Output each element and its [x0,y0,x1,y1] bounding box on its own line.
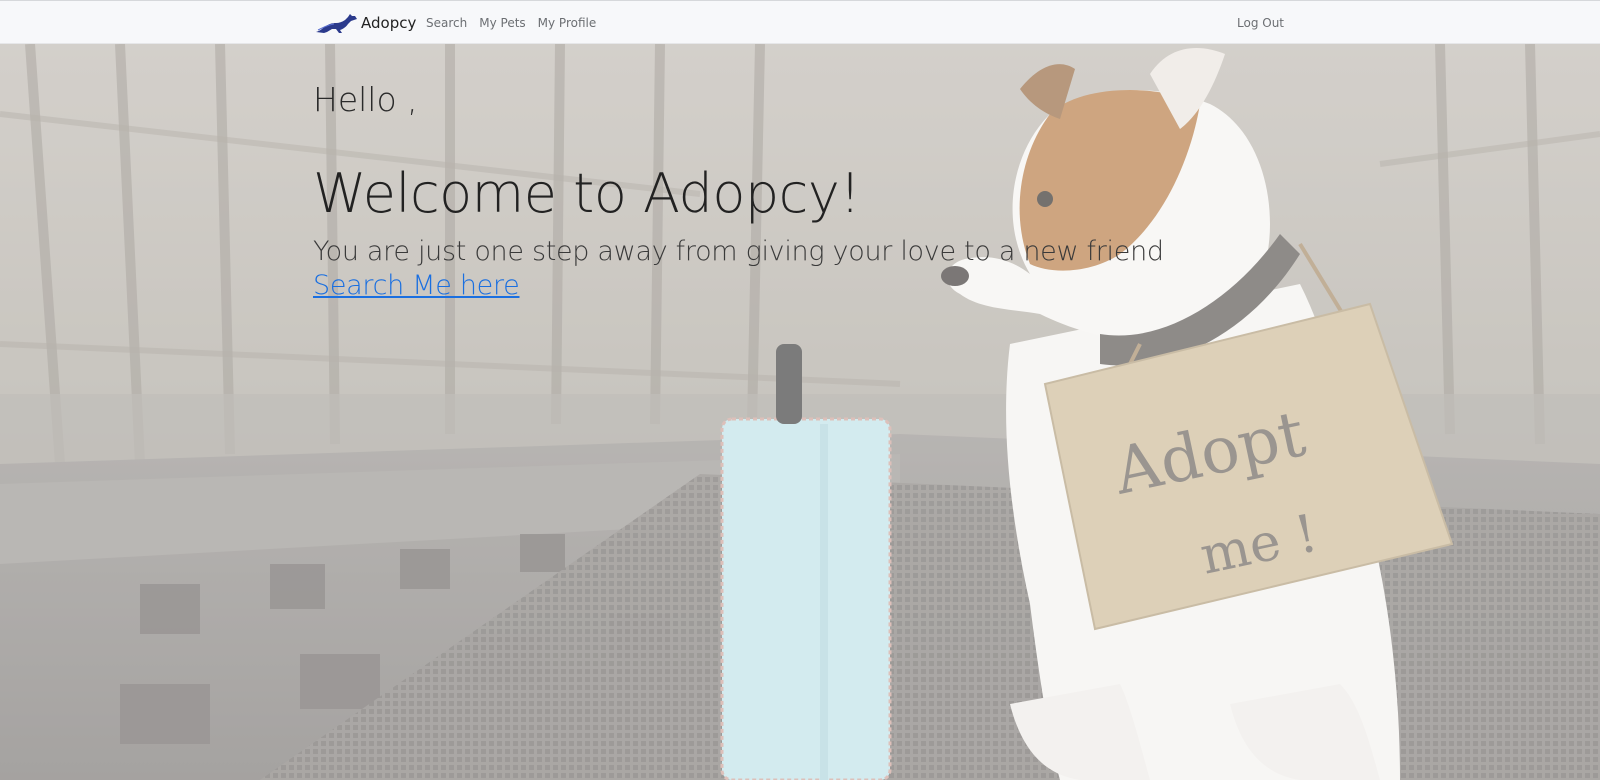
greeting-heading: Hello , [313,80,418,119]
nav-link-search[interactable]: Search [426,16,467,30]
hero-section: Adopt me ! Hello , Welcome to Adopcy! Yo… [0,44,1600,780]
top-navbar: Adopcy Search My Pets My Profile Log Out [0,0,1600,44]
nav-link-my-pets[interactable]: My Pets [479,16,525,30]
brand-name: Adopcy [361,14,417,32]
logout-link[interactable]: Log Out [1237,1,1284,45]
running-dog-logo-icon [316,14,357,33]
welcome-subtitle: You are just one step away from giving y… [313,236,1164,267]
nav-link-my-profile[interactable]: My Profile [538,16,597,30]
nav-links: Search My Pets My Profile [426,1,608,45]
hero-overlay [0,44,1600,780]
brand-logo-link[interactable]: Adopcy [314,11,416,35]
search-me-link[interactable]: Search Me here [313,270,520,301]
welcome-title: Welcome to Adopcy! [313,162,861,225]
